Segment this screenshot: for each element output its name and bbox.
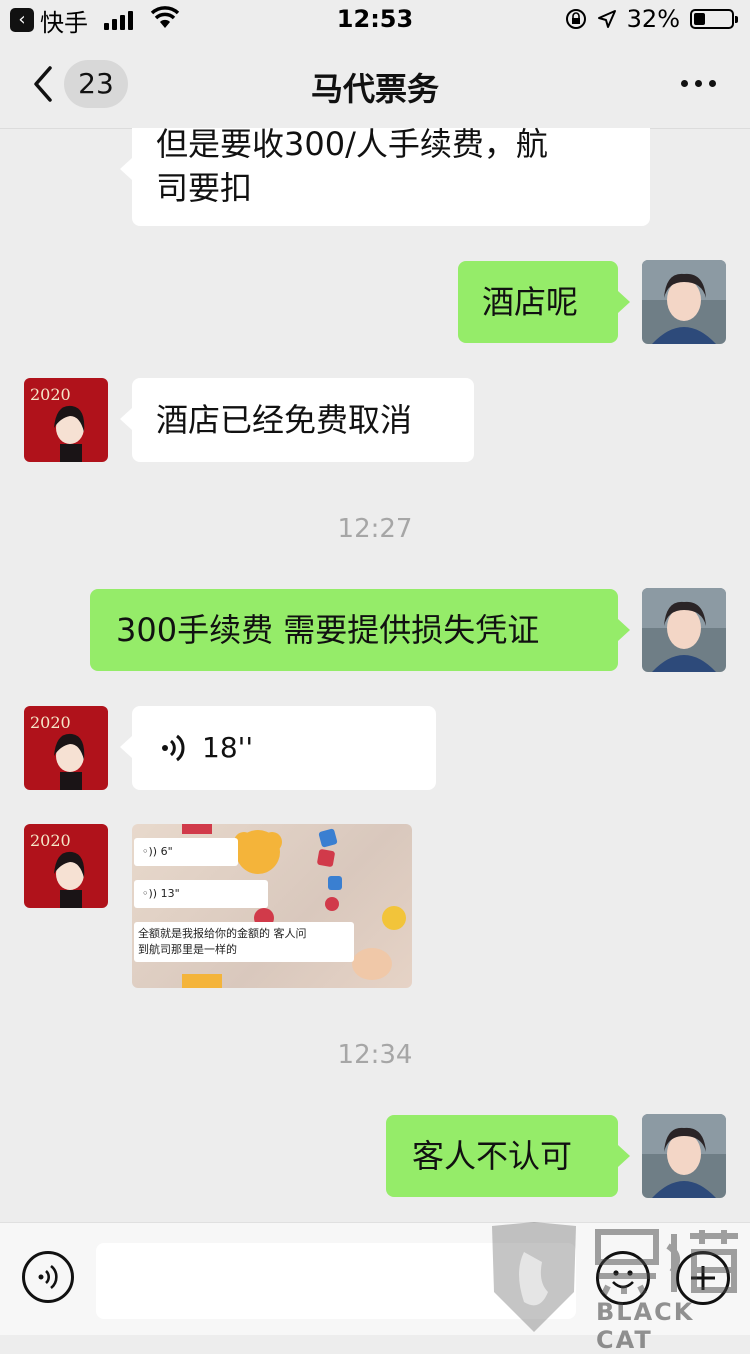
chat-title: 马代票务 bbox=[310, 70, 439, 108]
battery-icon bbox=[690, 9, 738, 29]
message-input[interactable] bbox=[96, 1243, 576, 1319]
message-text: 客人不认可 bbox=[412, 1137, 573, 1175]
message-bubble-sent[interactable]: 300手续费 需要提供损失凭证 bbox=[90, 589, 630, 671]
embedded-voice-1: ◦)) 6" bbox=[134, 838, 238, 866]
message-text-line: 司要扣 bbox=[156, 169, 253, 207]
image-message[interactable]: ◦)) 6" ◦)) 13" 全额就是我报给你的金额的 客人问 到航司那里是一样… bbox=[132, 824, 412, 988]
contact-avatar[interactable]: 2020 bbox=[24, 824, 108, 908]
voice-icon bbox=[38, 1264, 58, 1290]
message-text: 酒店已经免费取消 bbox=[156, 401, 413, 439]
embedded-voice-icon: ◦)) bbox=[142, 887, 158, 900]
battery-percent: 32% bbox=[626, 5, 680, 33]
embedded-voice-duration: 6" bbox=[160, 845, 173, 858]
voice-wave-icon bbox=[162, 734, 185, 762]
message-bubble-received[interactable]: 但是要收300/人手续费，航 司要扣 bbox=[120, 125, 650, 226]
message-input-bar bbox=[0, 1222, 750, 1335]
embedded-caption: 全额就是我报给你的金额的 客人问 到航司那里是一样的 bbox=[134, 922, 354, 962]
message-text: 300手续费 需要提供损失凭证 bbox=[116, 611, 540, 649]
voice-message-bubble[interactable]: 18'' bbox=[120, 706, 436, 790]
message-bubble-sent[interactable]: 客人不认可 bbox=[386, 1115, 630, 1197]
caption-line: 全额就是我报给你的金额的 客人问 bbox=[138, 927, 307, 940]
avatar-year-text: 2020 bbox=[30, 831, 71, 850]
chat-timestamp: 12:27 bbox=[337, 514, 413, 544]
contact-avatar[interactable]: 2020 bbox=[24, 706, 108, 790]
embedded-voice-2: ◦)) 13" bbox=[134, 880, 268, 908]
embedded-voice-icon: ◦)) bbox=[142, 845, 158, 858]
message-bubble-received[interactable]: 酒店已经免费取消 bbox=[120, 378, 474, 462]
embedded-voice-duration: 13" bbox=[160, 887, 180, 900]
emoji-button[interactable] bbox=[596, 1251, 650, 1305]
status-bar: ‹ 快手 12:53 32% bbox=[0, 0, 750, 40]
caption-line: 到航司那里是一样的 bbox=[138, 943, 237, 956]
location-icon bbox=[597, 10, 616, 28]
more-functions-button[interactable] bbox=[676, 1251, 730, 1305]
my-avatar[interactable] bbox=[642, 260, 726, 344]
voice-input-button[interactable] bbox=[22, 1251, 74, 1303]
my-avatar[interactable] bbox=[642, 1114, 726, 1198]
smiley-icon bbox=[612, 1270, 634, 1289]
plus-icon bbox=[691, 1266, 715, 1290]
chat-timestamp: 12:34 bbox=[337, 1040, 413, 1070]
chat-header: 23 马代票务 bbox=[0, 40, 750, 129]
message-text: 酒店呢 bbox=[482, 283, 579, 321]
avatar-year-text: 2020 bbox=[30, 385, 71, 404]
my-avatar[interactable] bbox=[642, 588, 726, 672]
contact-avatar[interactable]: 2020 bbox=[24, 378, 108, 462]
voice-duration: 18'' bbox=[202, 731, 254, 764]
message-text-line: 但是要收300/人手续费，航 bbox=[156, 125, 548, 163]
more-options-icon[interactable] bbox=[681, 80, 716, 87]
rotation-lock-icon bbox=[565, 9, 586, 29]
message-bubble-sent[interactable]: 酒店呢 bbox=[458, 261, 630, 343]
avatar-year-text: 2020 bbox=[30, 713, 71, 732]
